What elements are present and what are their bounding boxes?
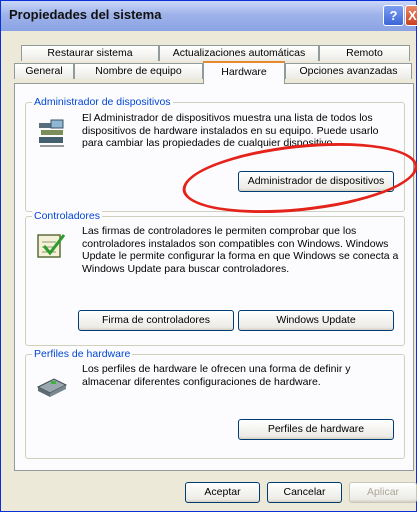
drivers-group-label: Controladores [32,210,102,222]
tab-hardware[interactable]: Hardware [203,61,285,84]
driver-signing-button[interactable]: Firma de controladores [78,310,234,331]
system-properties-window: Propiedades del sistema ? X Restaurar si… [0,0,417,512]
tab-actualizaciones-automaticas[interactable]: Actualizaciones automáticas [159,45,319,61]
hardware-profile-icon [36,373,68,402]
tab-remoto[interactable]: Remoto [319,45,410,61]
help-button[interactable]: ? [383,5,404,26]
tab-opciones-avanzadas[interactable]: Opciones avanzadas [285,63,412,79]
apply-button[interactable]: Aplicar [349,482,417,503]
hardware-profiles-description: Los perfiles de hardware le ofrecen una … [82,363,351,388]
drivers-group: Controladores Las firmas de controladore… [25,210,405,346]
hardware-profiles-group: Perfiles de hardware Los perfiles de har… [25,348,405,459]
device-manager-group-label: Administrador de dispositivos [32,96,173,108]
windows-update-button[interactable]: Windows Update [238,310,394,331]
hardware-tab-panel: Administrador de dispositivos El Adminis… [14,83,414,471]
tab-general[interactable]: General [14,63,74,79]
driver-checklist-icon [36,231,66,264]
close-button[interactable]: X [405,5,417,26]
hardware-profiles-group-label: Perfiles de hardware [32,348,133,360]
ok-button[interactable]: Aceptar [185,482,260,503]
cancel-button[interactable]: Cancelar [267,482,342,503]
title-bar[interactable]: Propiedades del sistema ? X [1,1,417,31]
tab-restaurar-sistema[interactable]: Restaurar sistema [21,45,159,61]
tab-nombre-de-equipo[interactable]: Nombre de equipo [74,63,203,79]
drivers-description: Las firmas de controladores le permiten … [82,225,399,275]
device-manager-icon [36,117,68,152]
window-title: Propiedades del sistema [9,7,162,22]
hardware-profiles-button[interactable]: Perfiles de hardware [238,419,394,440]
